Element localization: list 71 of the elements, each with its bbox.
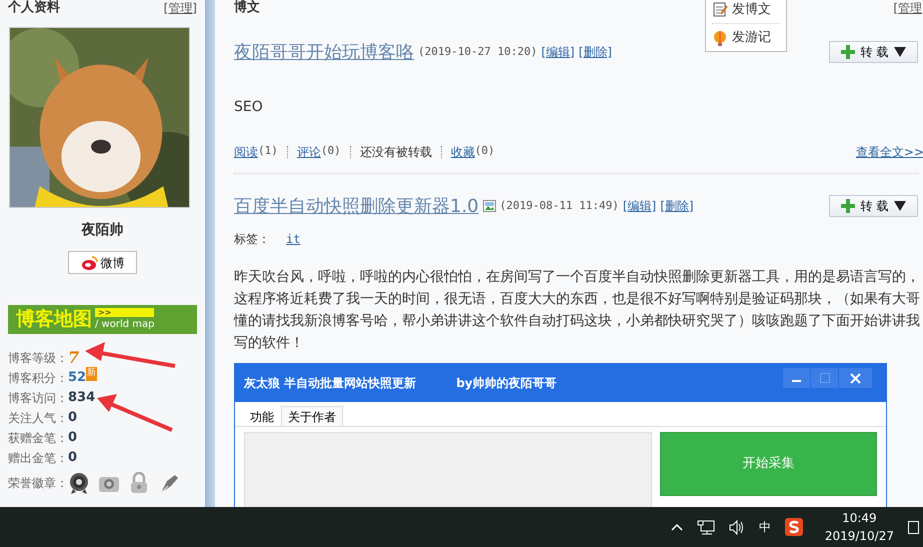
chevron-up-icon[interactable] xyxy=(670,522,683,532)
section-title: 个人资料 xyxy=(8,1,60,14)
share-button[interactable]: 转 载 xyxy=(829,195,918,217)
clock[interactable]: 10:49 2019/10/27 xyxy=(824,509,894,545)
action-link[interactable]: 评论 xyxy=(296,143,321,161)
stat-label: 博客等级： xyxy=(8,350,68,367)
minimize-button[interactable] xyxy=(783,368,810,388)
caret-icon xyxy=(894,201,906,211)
manage-link[interactable]: [管理 xyxy=(893,1,922,14)
delete-link[interactable]: [删除] xyxy=(578,43,612,61)
tab[interactable]: 关于作者 xyxy=(281,406,343,426)
action-count: (1) xyxy=(258,143,278,159)
action-count: (0) xyxy=(320,143,341,159)
window-title: 灰太狼 半自动批量网站快照更新 xyxy=(244,375,416,392)
action-link[interactable]: 收藏 xyxy=(450,143,475,161)
notification-icon[interactable] xyxy=(908,520,919,534)
share-button[interactable]: 转 载 xyxy=(829,41,918,63)
pen-icon[interactable] xyxy=(158,472,180,494)
stat-label: 博客访问： xyxy=(8,390,68,407)
read-more-link[interactable]: 查看全文>> xyxy=(856,143,923,161)
stat-value: 7 xyxy=(68,347,80,369)
weibo-button[interactable]: 微博 xyxy=(68,251,137,274)
edit-link[interactable]: [编辑] xyxy=(541,43,575,61)
network-icon[interactable] xyxy=(696,520,715,534)
clock-time: 10:49 xyxy=(842,510,877,527)
action-count: (0) xyxy=(474,143,495,159)
lock-icon[interactable] xyxy=(128,472,150,494)
balloon-icon xyxy=(712,30,728,46)
plus-icon xyxy=(840,199,855,213)
input-method-icon[interactable] xyxy=(784,518,803,536)
image-icon xyxy=(482,200,496,212)
post-body: SEO xyxy=(234,98,264,117)
window-author: by帅帅的夜陌哥哥 xyxy=(456,375,557,392)
stat-value: 0 xyxy=(68,429,78,448)
action-link[interactable]: 阅读 xyxy=(234,143,258,161)
post-date: (2019-08-11 11:49) xyxy=(500,198,619,214)
tag-link[interactable]: it xyxy=(286,230,300,248)
stat-label: 赠出金笔： xyxy=(8,450,68,467)
stat-label: 关注人气： xyxy=(8,410,68,427)
menu-item[interactable]: 发游记 xyxy=(712,23,780,51)
post-title[interactable]: 百度半自动快照删除更新器1.0 xyxy=(234,192,479,220)
edit-link[interactable]: [编辑] xyxy=(622,197,656,215)
stat-value: 52 xyxy=(68,369,86,388)
volume-icon[interactable] xyxy=(728,520,745,534)
stat-label: 荣誉徽章： xyxy=(8,475,68,492)
medal-icon[interactable] xyxy=(68,472,90,494)
close-icon xyxy=(850,372,861,384)
plus-icon xyxy=(840,45,855,59)
post-title[interactable]: 夜陌哥哥开始玩博客咯 xyxy=(234,38,414,66)
stat-label: 博客积分： xyxy=(8,370,68,387)
section-title: 博文 xyxy=(234,1,260,14)
new-badge: 新 xyxy=(86,367,98,381)
profile-name: 夜陌帅 xyxy=(80,220,124,240)
clock-date: 2019/10/27 xyxy=(824,528,894,545)
stat-value: 834 xyxy=(68,389,96,408)
close-button[interactable] xyxy=(839,368,872,388)
delete-link[interactable]: [删除] xyxy=(660,197,694,215)
post-date: (2019-10-27 10:20) xyxy=(418,44,538,60)
stat-label: 获赠金笔： xyxy=(8,430,68,447)
manage-link[interactable]: [管理] xyxy=(164,1,197,14)
minimize-icon xyxy=(792,380,801,382)
stat-value: 0 xyxy=(68,449,78,468)
menu-item[interactable]: 发博文 xyxy=(712,0,780,23)
weibo-icon xyxy=(80,255,98,270)
stat-value: 0 xyxy=(68,409,78,428)
tags-label: 标签： xyxy=(234,231,270,248)
ime-indicator[interactable]: 中 xyxy=(758,518,771,536)
action-text: 还没有被转载 xyxy=(360,144,432,161)
maximize-icon xyxy=(820,373,830,383)
caret-icon xyxy=(894,47,906,57)
post-body: 昨天吹台风，呼啦，呼啦的内心很怕怕，在房间写了一个百度半自动快照删除更新器工具，用的是易语言写的，这程序将近耗费了我一天的时间，很无语，百度大大的东西，也是很不好写啊特别是验证码那块，（如果有大哥懂的请找我新浪博客号哈，帮小弟讲讲这个软件自动打码这块，小弟都快研究哭了）咳咳跑题了下面开始讲讲我写的软件！ xyxy=(234,268,921,353)
